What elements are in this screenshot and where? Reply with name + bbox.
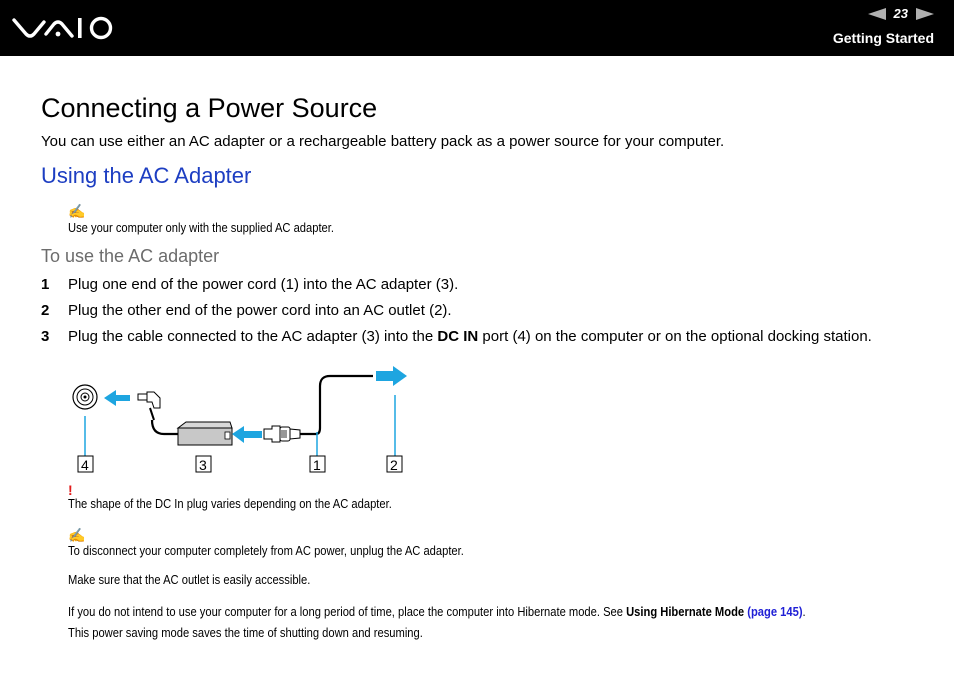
step-number: 1 (41, 276, 50, 293)
page-title: Connecting a Power Source (41, 93, 378, 123)
arrow-to-port-icon (104, 390, 130, 406)
section-subtitle: Using the AC Adapter (41, 163, 252, 188)
step-3: 3 Plug the cable connected to the AC adap… (41, 328, 872, 345)
note-text: To disconnect your computer completely f… (68, 543, 464, 558)
dc-in-label: DC IN (437, 328, 479, 345)
pencil-note-icon: ✍ (68, 203, 86, 219)
page-145-link[interactable]: (page 145) (747, 604, 802, 619)
ac-adapter-icon (176, 421, 233, 446)
note-text: Make sure that the AC outlet is easily a… (68, 572, 311, 587)
page-number: 23 (893, 6, 908, 21)
callout-3: 3 (195, 455, 212, 473)
intro-text: You can use either an AC adapter or a re… (41, 133, 725, 150)
step-text: Plug one end of the power cord (1) into … (68, 276, 459, 293)
vaio-logo (12, 16, 113, 40)
note-text: This power saving mode saves the time of… (68, 625, 423, 640)
warning-text: The shape of the DC In plug varies depen… (68, 496, 392, 511)
svg-text:1: 1 (313, 457, 321, 473)
callout-4: 4 (77, 455, 94, 473)
callout-2: 2 (386, 455, 403, 473)
step-number: 3 (41, 328, 50, 345)
arrow-to-outlet-icon (376, 366, 407, 386)
step-1: 1 Plug one end of the power cord (1) into… (41, 276, 458, 293)
step-text: Plug the other end of the power cord int… (68, 302, 452, 319)
procedure-title: To use the AC adapter (41, 246, 220, 266)
hibernate-mode-ref: Using Hibernate Mode (626, 604, 745, 619)
arrow-to-adapter-icon (232, 426, 262, 443)
svg-text:4: 4 (81, 457, 89, 473)
note-text: Use your computer only with the supplied… (68, 220, 334, 235)
power-cord-plug-icon (263, 374, 373, 443)
period: . (802, 604, 806, 619)
page-navigation: 23 (867, 6, 934, 21)
step-2: 2 Plug the other end of the power cord in… (41, 302, 452, 319)
hibernate-note: If you do not intend to use your compute… (68, 604, 806, 619)
page-header: 23 Getting Started (0, 0, 954, 56)
dc-in-port-icon (72, 384, 98, 410)
note-text: If you do not intend to use your compute… (68, 604, 627, 619)
next-page-icon[interactable] (916, 7, 934, 20)
svg-text:2: 2 (390, 457, 398, 473)
section-name: Getting Started (832, 30, 934, 46)
callout-1: 1 (309, 455, 326, 473)
step-text-post: port (4) on the computer or on the optio… (478, 328, 872, 345)
dc-plug-icon (137, 391, 180, 436)
step-number: 2 (41, 302, 50, 319)
pencil-note-icon: ✍ (68, 527, 86, 543)
ac-adapter-diagram: 4 3 1 2 (72, 366, 407, 473)
previous-page-icon[interactable] (867, 7, 886, 20)
svg-text:3: 3 (199, 457, 207, 473)
step-text-pre: Plug the cable connected to the AC adapt… (68, 328, 438, 345)
